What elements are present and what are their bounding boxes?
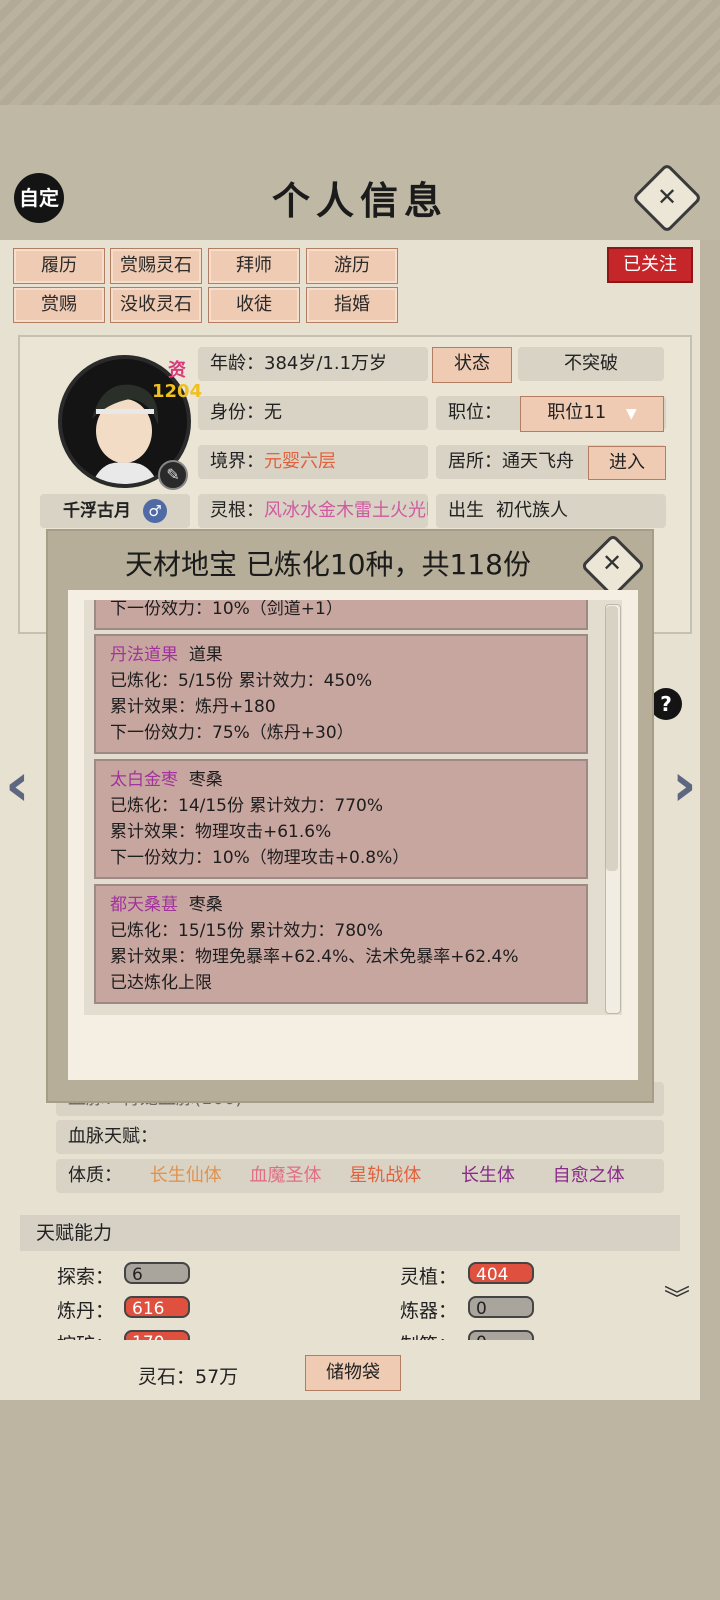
physique-item[interactable]: 星轨战体 [349,1165,421,1186]
stat-value: 616 [124,1296,190,1319]
item-effect: 累计效果：物理免暴率+62.4%、法术免暴率+62.4% [110,947,519,967]
stat-label: 控矿： [57,1330,114,1340]
stat-label: 灵植： [400,1266,458,1288]
bottom-decoration [0,1400,720,1600]
stat-value: 0 [468,1296,534,1319]
physique-row: 体质： 长生仙体 血魔圣体 星轨战体 长生体 自愈之体 [56,1159,664,1193]
origin-label: 出生 [448,500,484,521]
aptitude-label: 资 [168,360,186,381]
item-next-effect: 下一份效力：75%（炼丹+30） [110,723,354,743]
stat-label: 制符： [400,1330,457,1340]
tab-confiscate-stone[interactable]: 没收灵石 [110,287,202,323]
item-effect: 累计效果：物理攻击+61.6% [110,822,332,842]
popup-scroll-thumb[interactable] [606,606,618,871]
help-icon[interactable]: ? [650,688,682,720]
origin-value: 初代族人 [496,500,568,521]
item-progress: 已炼化：5/15份 累计效力：450% [110,671,373,691]
spirit-stone-count: 灵石：57万 [138,1366,239,1388]
realm-label: 境界： [210,451,264,472]
physique-item[interactable]: 长生体 [461,1165,515,1186]
stat-value: 0 [468,1330,534,1340]
list-item: 都天桑葚 枣桑 已炼化：15/15份 累计效力：780% 累计效果：物理免暴率+… [94,884,588,1004]
top-decoration [0,0,720,108]
bloodline-talent-label: 血脉天赋： [68,1126,158,1147]
page-title: 个人信息 [271,178,448,223]
age-label: 年龄： [210,353,264,374]
age-row: 年龄：384岁/1.1万岁 [198,347,428,381]
stat-label: 炼丹： [57,1300,115,1322]
talents-section-title: 天赋能力 [20,1215,680,1251]
close-button[interactable]: ✕ [631,162,703,234]
character-name: 千浮古月 [63,501,132,521]
item-progress: 已炼化：15/15份 累计效力：780% [110,921,383,941]
tab-reward[interactable]: 赏赐 [13,287,105,323]
item-name: 太白金枣 [110,770,178,790]
tab-travel[interactable]: 游历 [306,248,398,284]
item-type: 枣桑 [188,895,223,915]
scroll-down-icon[interactable]: ︾ [664,1287,690,1313]
next-arrow-icon[interactable]: › [672,750,697,820]
popup-title: 天材地宝 已炼化10种，共118份 [125,548,531,581]
item-effect: 累计效果：炼丹+180 [110,697,276,717]
physique-item[interactable]: 长生仙体 [150,1165,222,1186]
stat-value: 170 [124,1330,190,1340]
item-type: 道果 [188,645,223,665]
physique-label: 体质： [68,1165,122,1186]
stat-value: 404 [468,1262,534,1285]
popup-close-button[interactable]: ✕ [580,533,646,599]
breakthrough-toggle[interactable]: 不突破 [518,347,664,381]
dropdown-arrow-icon: ▼ [625,406,637,422]
realm-row: 境界：元婴六层 [198,445,428,479]
identity-row: 身份：无 [198,396,428,430]
list-item: 太白金枣 枣桑 已炼化：14/15份 累计效力：770% 累计效果：物理攻击+6… [94,759,588,879]
close-icon: ✕ [656,183,678,211]
list-item: 丹法道果 道果 已炼化：5/15份 累计效力：450% 累计效果：炼丹+180 … [94,634,588,754]
tab-marriage[interactable]: 指婚 [306,287,398,323]
list-item: 下一份效力：10%（剑道+1） [94,600,588,630]
tab-apprentice[interactable]: 拜师 [208,248,300,284]
storage-bag-button[interactable]: 储物袋 [305,1355,401,1391]
residence-label: 居所： [448,451,502,472]
physique-item[interactable]: 血魔圣体 [249,1165,321,1186]
root-value: 风冰水金木雷土火光暗 [264,500,428,521]
realm-value: 元婴六层 [264,451,336,472]
position-value: 职位11 [547,402,607,423]
status-button[interactable]: 状态 [432,347,512,383]
physique-item[interactable]: 自愈之体 [553,1165,625,1186]
close-icon: ✕ [601,549,623,577]
tab-take-disciple[interactable]: 收徒 [208,287,300,323]
item-type: 枣桑 [188,770,223,790]
item-progress: 已炼化：14/15份 累计效力：770% [110,796,383,816]
enter-button[interactable]: 进入 [588,446,666,480]
item-next-effect: 下一份效力：10%（物理攻击+0.8%） [110,848,410,868]
treasure-list[interactable]: 下一份效力：10%（剑道+1） 丹法道果 道果 已炼化：5/15份 累计效力：4… [84,600,622,1015]
prev-arrow-icon[interactable]: ‹ [5,750,30,820]
residence-value: 通天飞舟 [502,451,574,472]
character-name-box: 千浮古月 ♂ [40,494,190,528]
position-dropdown[interactable]: 职位11 ▼ [520,396,664,432]
age-value: 384岁/1.1万岁 [264,353,388,374]
stat-value: 6 [124,1262,190,1285]
item-next-effect: 已达炼化上限 [110,973,212,993]
identity-label: 身份： [210,402,264,423]
position-label: 职位： [448,402,502,423]
brush-icon[interactable]: ✎ [158,460,188,490]
tab-reward-stone[interactable]: 赏赐灵石 [110,248,202,284]
stat-label: 炼器： [400,1300,458,1322]
item-next-effect: 下一份效力：10%（剑道+1） [110,600,343,619]
item-name: 丹法道果 [110,645,178,665]
origin-row: 出生 初代族人 [436,494,666,528]
follow-button[interactable]: 已关注 [607,247,693,283]
tab-resume[interactable]: 履历 [13,248,105,284]
aptitude-value: 1204 [152,381,203,402]
bloodline-talent-row: 血脉天赋： [56,1120,664,1154]
root-label: 灵根： [210,500,264,521]
stat-label: 探索： [57,1266,115,1288]
identity-value: 无 [264,402,282,423]
stats-clipped-row: 控矿： 170 制符： 0 [40,1330,680,1340]
root-row: 灵根：风冰水金木雷土火光暗 [198,494,428,528]
item-name: 都天桑葚 [110,895,178,915]
male-icon: ♂ [142,499,167,523]
